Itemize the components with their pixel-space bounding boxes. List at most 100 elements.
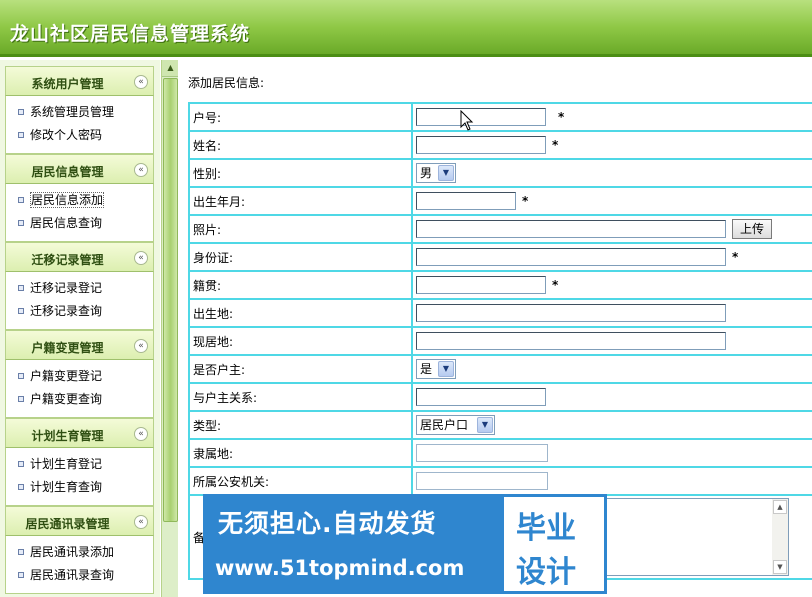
watermark-url: www.51topmind.com (215, 556, 465, 580)
chevron-down-icon[interactable]: ▼ (438, 165, 454, 181)
is-head-select[interactable]: 是 ▼ (416, 359, 456, 379)
menu-label: 居民信息查询 (30, 216, 103, 230)
form-row-is-head: 是否户主: 是 ▼ (188, 354, 812, 384)
sidebar-item-migration-register[interactable]: 迁移记录登记 (6, 277, 153, 300)
menu-label: 居民信息添加 (30, 192, 105, 208)
household-no-input[interactable] (416, 108, 546, 126)
sidebar-item-household-query[interactable]: 户籍变更查询 (6, 388, 153, 411)
group-body: 迁移记录登记 迁移记录查询 (5, 272, 154, 330)
field-label: 隶属地: (188, 438, 413, 468)
group-header[interactable]: 居民信息管理 « (5, 154, 154, 184)
bullet-icon (18, 285, 24, 291)
field-label: 姓名: (188, 130, 413, 160)
sidebar-item-admin-manage[interactable]: 系统管理员管理 (6, 101, 153, 124)
field-label: 现居地: (188, 326, 413, 356)
app-header: 龙山社区居民信息管理系统 (0, 0, 812, 57)
gender-select[interactable]: 男 ▼ (416, 163, 456, 183)
scroll-up-arrow-icon[interactable]: ▲ (773, 500, 787, 514)
collapse-icon[interactable]: « (134, 515, 148, 529)
collapse-icon[interactable]: « (134, 251, 148, 265)
bullet-icon (18, 308, 24, 314)
jurisdiction-input[interactable] (416, 444, 548, 462)
sidebar-item-planning-register[interactable]: 计划生育登记 (6, 453, 153, 476)
form-row-relation: 与户主关系: (188, 382, 812, 412)
sidebar-group-system-users: 系统用户管理 « 系统管理员管理 修改个人密码 (5, 66, 154, 154)
bullet-icon (18, 197, 24, 203)
sidebar-item-contacts-add[interactable]: 居民通讯录添加 (6, 541, 153, 564)
name-input[interactable] (416, 136, 546, 154)
form-row-name: 姓名: * (188, 130, 812, 160)
group-header[interactable]: 计划生育管理 « (5, 418, 154, 448)
select-value: 是 (420, 362, 433, 376)
group-title: 居民通讯录管理 (25, 517, 110, 531)
scroll-thumb[interactable] (163, 78, 178, 522)
form-row-gender: 性别: 男 ▼ (188, 158, 812, 188)
sidebar-item-household-register[interactable]: 户籍变更登记 (6, 365, 153, 388)
group-body: 居民信息添加 居民信息查询 (5, 184, 154, 242)
collapse-icon[interactable]: « (134, 75, 148, 89)
group-header[interactable]: 户籍变更管理 « (5, 330, 154, 360)
field-label: 出生地: (188, 298, 413, 328)
bullet-icon (18, 549, 24, 555)
sidebar-group-contacts: 居民通讯录管理 « 居民通讯录添加 居民通讯录查询 (5, 506, 154, 594)
upload-button[interactable]: 上传 (732, 219, 773, 239)
field-label: 出生年月: (188, 186, 413, 216)
chevron-down-icon[interactable]: ▼ (477, 417, 493, 433)
select-value: 居民户口 (420, 418, 469, 432)
sidebar-scrollbar[interactable]: ▲ (161, 60, 179, 597)
form-row-household-no: 户号: * (188, 102, 812, 132)
watermark-right: 毕业 设计 (501, 494, 607, 594)
group-header[interactable]: 系统用户管理 « (5, 66, 154, 96)
sidebar-item-migration-query[interactable]: 迁移记录查询 (6, 300, 153, 323)
form-row-photo: 照片: 上传 (188, 214, 812, 244)
textarea-scrollbar[interactable]: ▲ ▼ (772, 499, 788, 575)
sidebar-item-resident-query[interactable]: 居民信息查询 (6, 212, 153, 235)
sidebar-group-resident-info: 居民信息管理 « 居民信息添加 居民信息查询 (5, 154, 154, 242)
menu-label: 系统管理员管理 (30, 105, 115, 119)
group-body: 计划生育登记 计划生育查询 (5, 448, 154, 506)
sidebar-item-contacts-query[interactable]: 居民通讯录查询 (6, 564, 153, 587)
relation-input[interactable] (416, 388, 546, 406)
sidebar: 系统用户管理 « 系统管理员管理 修改个人密码 居民信息管理 « 居民信息添加 … (0, 60, 160, 597)
field-label: 所属公安机关: (188, 466, 413, 496)
scroll-up-arrow-icon[interactable]: ▲ (162, 60, 179, 77)
police-office-input[interactable] (416, 472, 548, 490)
group-body: 户籍变更登记 户籍变更查询 (5, 360, 154, 418)
group-title: 迁移记录管理 (31, 253, 104, 267)
form-row-residence: 现居地: (188, 326, 812, 356)
collapse-icon[interactable]: « (134, 163, 148, 177)
group-body: 系统管理员管理 修改个人密码 (5, 96, 154, 154)
sidebar-item-resident-add[interactable]: 居民信息添加 (6, 189, 153, 212)
sidebar-group-migration: 迁移记录管理 « 迁移记录登记 迁移记录查询 (5, 242, 154, 330)
menu-label: 户籍变更查询 (30, 392, 103, 406)
group-header[interactable]: 迁移记录管理 « (5, 242, 154, 272)
form-row-birth: 出生年月: * (188, 186, 812, 216)
bullet-icon (18, 220, 24, 226)
section-title: 添加居民信息: (188, 76, 265, 90)
sidebar-item-planning-query[interactable]: 计划生育查询 (6, 476, 153, 499)
type-select[interactable]: 居民户口 ▼ (416, 415, 495, 435)
form-row-birthplace: 出生地: (188, 298, 812, 328)
group-header[interactable]: 居民通讯录管理 « (5, 506, 154, 536)
chevron-down-icon[interactable]: ▼ (438, 361, 454, 377)
scroll-down-arrow-icon[interactable]: ▼ (773, 560, 787, 574)
sidebar-item-change-password[interactable]: 修改个人密码 (6, 124, 153, 147)
birthplace-input[interactable] (416, 304, 726, 322)
residence-input[interactable] (416, 332, 726, 350)
birth-date-input[interactable] (416, 192, 516, 210)
collapse-icon[interactable]: « (134, 427, 148, 441)
collapse-icon[interactable]: « (134, 339, 148, 353)
group-title: 计划生育管理 (31, 429, 104, 443)
menu-label: 修改个人密码 (30, 128, 103, 142)
field-label: 照片: (188, 214, 413, 244)
watermark-text-bottom: 设计 (516, 555, 576, 590)
photo-input[interactable] (416, 220, 726, 238)
mouse-cursor-icon (460, 110, 474, 131)
native-place-input[interactable] (416, 276, 546, 294)
select-value: 男 (420, 166, 433, 180)
required-mark: * (558, 110, 565, 124)
id-card-input[interactable] (416, 248, 726, 266)
field-label: 户号: (188, 102, 413, 132)
menu-label: 计划生育查询 (30, 480, 103, 494)
group-title: 系统用户管理 (31, 77, 104, 91)
